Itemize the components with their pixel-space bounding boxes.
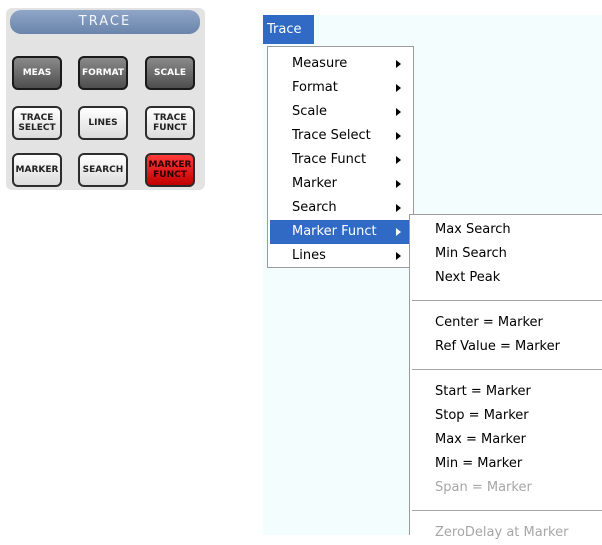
menu-item-marker-funct[interactable]: Marker Funct [270, 220, 411, 244]
submenu-item-max-search[interactable]: Max Search [410, 218, 602, 242]
menu-item-label: Marker [292, 176, 337, 191]
menu-item-label: Search [292, 200, 337, 215]
menu-item-trace-select[interactable]: Trace Select [270, 124, 411, 148]
submenu-item-zerodelay-marker: ZeroDelay at Marker [435, 525, 569, 540]
menu-item-label: Measure [292, 56, 348, 71]
marker-funct-submenu: Max Search Min Search Next Peak Center =… [409, 214, 602, 540]
submenu-arrow-icon [396, 132, 401, 140]
submenu-item-next-peak[interactable]: Next Peak [410, 266, 602, 290]
menu-item-measure[interactable]: Measure [270, 52, 411, 76]
submenu-arrow-icon [396, 204, 401, 212]
lines-key[interactable]: LINES [78, 106, 128, 140]
menu-item-label: Trace Select [292, 128, 371, 143]
menu-item-search[interactable]: Search [270, 196, 411, 220]
submenu-arrow-icon [396, 60, 401, 68]
submenu-item-ref-value-marker[interactable]: Ref Value = Marker [410, 335, 602, 359]
submenu-arrow-icon [396, 84, 401, 92]
submenu-arrow-icon [396, 228, 401, 236]
marker-key[interactable]: MARKER [12, 153, 62, 187]
menu-separator [412, 300, 602, 301]
submenu-item-span-marker: Span = Marker [435, 480, 532, 495]
menu-item-label: Format [292, 80, 338, 95]
submenu-arrow-icon [396, 252, 401, 260]
submenu-arrow-icon [396, 180, 401, 188]
menu-separator [412, 510, 602, 511]
menu-item-scale[interactable]: Scale [270, 100, 411, 124]
menu-separator [412, 369, 602, 370]
menu-item-label: Lines [292, 248, 326, 263]
submenu-arrow-icon [396, 108, 401, 116]
submenu-item-max-marker[interactable]: Max = Marker [410, 428, 602, 452]
marker-funct-key[interactable]: MARKER FUNCT [145, 153, 195, 187]
trace-dropdown-menu: Measure Format Scale Trace Select Trace … [267, 46, 414, 268]
submenu-item-stop-marker[interactable]: Stop = Marker [410, 404, 602, 428]
menu-item-label: Trace Funct [292, 152, 367, 167]
meas-key[interactable]: MEAS [12, 56, 62, 90]
submenu-item-min-marker[interactable]: Min = Marker [410, 452, 602, 476]
scale-key[interactable]: SCALE [145, 56, 195, 90]
menu-item-marker[interactable]: Marker [270, 172, 411, 196]
submenu-item-start-marker[interactable]: Start = Marker [410, 380, 602, 404]
submenu-item-center-marker[interactable]: Center = Marker [410, 311, 602, 335]
submenu-arrow-icon [396, 156, 401, 164]
menu-item-format[interactable]: Format [270, 76, 411, 100]
menu-item-label: Marker Funct [292, 224, 377, 239]
menu-item-lines[interactable]: Lines [270, 244, 411, 268]
format-key[interactable]: FORMAT [78, 56, 128, 90]
trace-funct-key[interactable]: TRACE FUNCT [145, 106, 195, 140]
menu-item-label: Scale [292, 104, 327, 119]
trace-select-key[interactable]: TRACE SELECT [12, 106, 62, 140]
menu-item-trace-funct[interactable]: Trace Funct [270, 148, 411, 172]
submenu-item-min-search[interactable]: Min Search [410, 242, 602, 266]
search-key[interactable]: SEARCH [78, 153, 128, 187]
trace-menu-tab[interactable]: Trace [263, 15, 314, 44]
panel-title: TRACE [10, 10, 200, 34]
